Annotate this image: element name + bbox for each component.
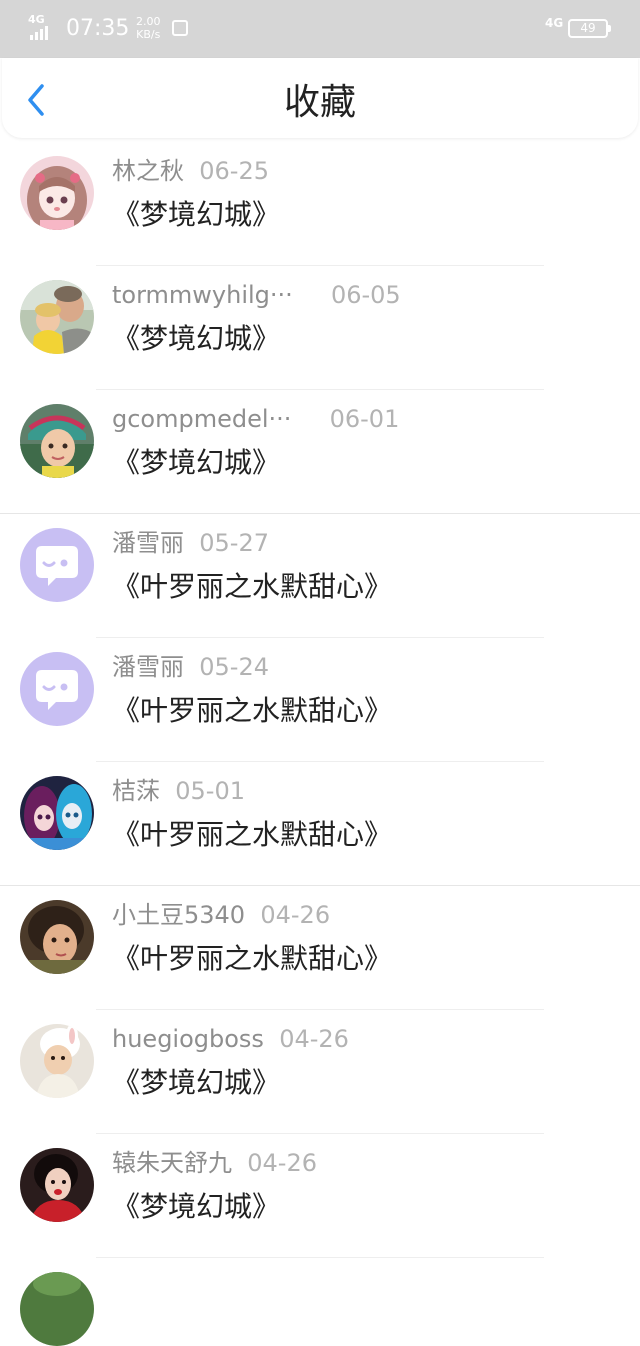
photo-avatar[interactable] [20,404,94,478]
favorite-date: 05-27 [199,529,270,557]
book-title[interactable]: 《梦境幻城》 [112,195,280,235]
book-title[interactable]: 《叶罗丽之水默甜心》 [112,691,392,731]
favorite-date: 05-01 [175,777,246,805]
cellular-signal-icon: 4G [28,14,58,42]
favorite-date: 06-25 [199,157,270,185]
book-title[interactable]: 《梦境幻城》 [112,443,280,483]
book-title[interactable]: 《叶罗丽之水默甜心》 [112,567,392,607]
favorite-date: 06-05 [330,281,401,309]
user-name: gcompmedel··· [112,405,292,433]
list-item[interactable]: 桔莯 05-01 《叶罗丽之水默甜心》 [0,762,640,886]
favorite-date: 04-26 [260,901,331,929]
user-name: 小土豆5340 [112,901,246,929]
doll-avatar[interactable] [20,776,94,850]
user-name: tormmwyhilg··· [112,281,293,309]
list-item[interactable]: 潘雪丽 05-24 《叶罗丽之水默甜心》 [0,638,640,762]
secondary-network-label: 4G [545,16,564,30]
book-title[interactable]: 《叶罗丽之水默甜心》 [112,815,392,855]
battery-level: 49 [580,21,596,35]
status-bar: 4G 07:35 2.00 KB/s 4G 49 [0,0,640,58]
user-name: 潘雪丽 [112,653,184,681]
list-item[interactable]: 辕朱天舒九 04-26 《梦境幻城》 [0,1134,640,1258]
photo-avatar[interactable] [20,900,94,974]
default-chat-avatar[interactable] [20,652,94,726]
list-item[interactable]: gcompmedel··· 06-01 《梦境幻城》 [0,390,640,514]
user-name: 林之秋 [112,157,184,185]
status-time: 07:35 [66,16,130,41]
photo-avatar[interactable] [20,1148,94,1222]
book-title[interactable]: 《梦境幻城》 [112,1187,280,1227]
book-title[interactable]: 《叶罗丽之水默甜心》 [112,939,392,979]
book-title[interactable]: 《梦境幻城》 [112,1063,280,1103]
favorite-date: 06-01 [329,405,400,433]
list-item[interactable]: 小土豆5340 04-26 《叶罗丽之水默甜心》 [0,886,640,1010]
photo-avatar[interactable] [20,280,94,354]
favorite-date: 05-24 [199,653,270,681]
list-item[interactable]: 林之秋 06-25 《梦境幻城》 [0,142,640,266]
battery-icon: 49 [568,19,611,38]
book-title[interactable]: 《梦境幻城》 [112,319,280,359]
user-name: 桔莯 [112,777,160,805]
default-chat-avatar[interactable] [20,528,94,602]
photo-avatar[interactable] [20,1024,94,1098]
user-name: huegiogboss [112,1025,264,1053]
favorite-date: 04-26 [279,1025,349,1053]
photo-avatar[interactable] [20,1272,94,1346]
favorite-date: 04-26 [247,1149,318,1177]
user-name: 辕朱天舒九 [112,1149,232,1177]
list-item[interactable]: 潘雪丽 05-27 《叶罗丽之水默甜心》 [0,514,640,638]
page-title: 收藏 [283,82,356,123]
network-speed: 2.00 KB/s [136,15,161,41]
list-item-partial[interactable] [0,1258,640,1346]
notification-app-icon [172,20,188,36]
anime-girl-avatar[interactable] [20,156,94,230]
user-name: 潘雪丽 [112,529,184,557]
list-item[interactable]: huegiogboss 04-26 《梦境幻城》 [0,1010,640,1134]
nav-header: 收藏 [2,58,638,138]
list-item[interactable]: tormmwyhilg··· 06-05 《梦境幻城》 [0,266,640,390]
favorites-list: 林之秋 06-25 《梦境幻城》 tormmwyhilg··· 06-05 《梦… [0,142,640,1346]
